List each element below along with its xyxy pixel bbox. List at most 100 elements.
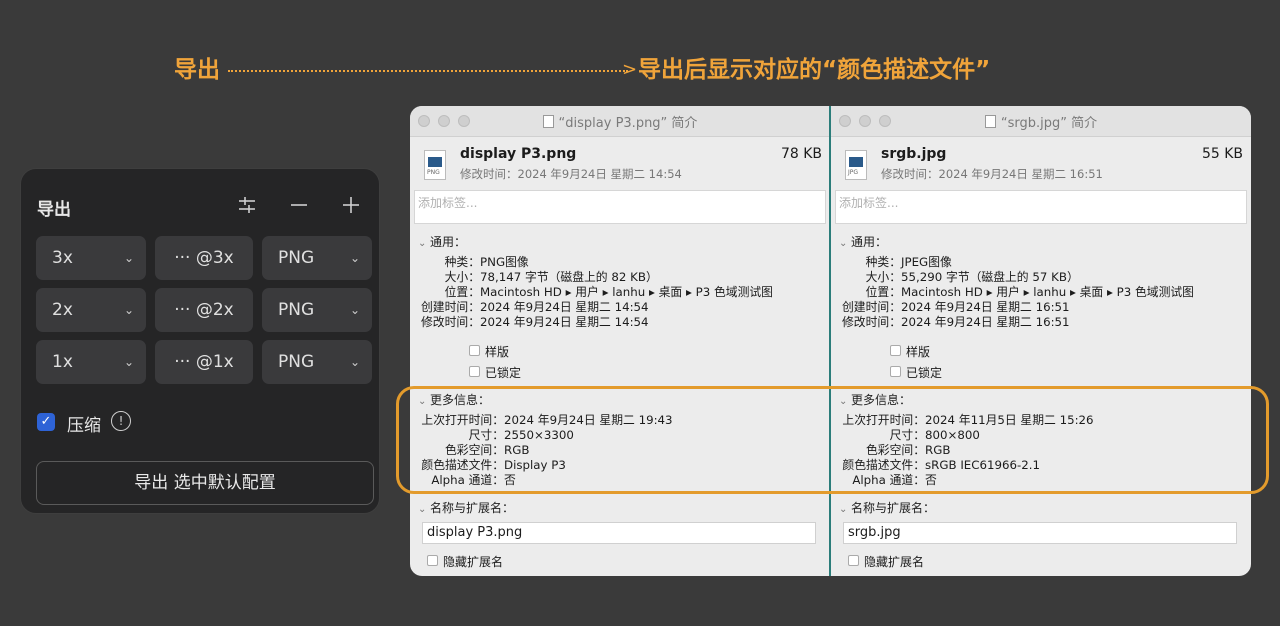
png-file-icon: PNG [424,150,446,180]
compress-label: 压缩 [67,416,101,436]
general-key: 位置： [865,285,901,299]
general-row: 大小：78,147 字节（磁盘上的 82 KB） [410,270,658,285]
title-bar: “srgb.jpg” 简介 [831,106,1251,137]
format-value: PNG [278,300,315,320]
chevron-down-icon: ⌄ [349,355,360,369]
general-row: 种类：JPEG图像 [831,255,952,270]
export-panel-title: 导出 [37,200,71,220]
suffix-field[interactable]: ··· @2x [155,288,253,332]
hide-extension-label: 隐藏扩展名 [443,555,504,569]
hide-extension-label: 隐藏扩展名 [864,555,925,569]
hide-extension-checkbox[interactable] [848,555,859,566]
general-section-toggle[interactable]: ⌄ 通用： [839,233,887,250]
file-name: display P3.png [460,146,577,162]
general-key: 种类： [444,255,480,269]
tags-field[interactable]: 添加标签... [414,190,826,224]
general-row: 位置：Macintosh HD ▸ 用户 ▸ lanhu ▸ 桌面 ▸ P3 色… [410,285,773,300]
chevron-down-icon: ⌄ [839,238,848,249]
general-value: JPEG图像 [901,255,952,269]
document-icon [542,115,554,128]
locked-checkbox[interactable] [469,366,480,377]
general-value: 55,290 字节（磁盘上的 57 KB） [901,270,1079,284]
jpg-file-icon: JPG [845,150,867,180]
chevron-down-icon: ⌄ [349,303,360,317]
format-value: PNG [278,352,315,372]
title-bar: “display P3.png” 简介 [410,106,830,137]
window-title-text: “srgb.jpg” 简介 [1000,116,1098,131]
info-window-srgb: “srgb.jpg” 简介 JPG srgb.jpg 55 KB 修改时间：20… [831,106,1251,576]
name-ext-section-label: 名称与扩展名： [430,501,515,515]
arrow-right-icon: > [622,59,638,80]
general-row: 大小：55,290 字节（磁盘上的 57 KB） [831,270,1079,285]
general-value: Macintosh HD ▸ 用户 ▸ lanhu ▸ 桌面 ▸ P3 色域测试… [480,285,773,299]
format-select[interactable]: PNG ⌄ [262,236,372,280]
tags-field[interactable]: 添加标签... [835,190,1247,224]
chevron-down-icon: ⌄ [839,504,848,515]
scale-value: 2x [52,300,73,320]
format-select[interactable]: PNG ⌄ [262,288,372,332]
modified-line: 修改时间：2024 年9月24日 星期二 16:51 [881,167,1103,181]
suffix-field[interactable]: ··· @3x [155,236,253,280]
general-row: 种类：PNG图像 [410,255,529,270]
info-window-display-p3: “display P3.png” 简介 PNG display P3.png 7… [410,106,830,576]
color-profile-highlight [396,386,1269,494]
tags-placeholder: 添加标签... [418,196,478,210]
chevron-down-icon: ⌄ [123,355,134,369]
locked-label: 已锁定 [485,366,522,380]
hide-extension-checkbox[interactable] [427,555,438,566]
tags-placeholder: 添加标签... [839,196,899,210]
name-ext-section-toggle[interactable]: ⌄ 名称与扩展名： [839,499,935,516]
general-key: 大小： [444,270,480,284]
general-section-label: 通用： [430,235,467,249]
name-ext-section-toggle[interactable]: ⌄ 名称与扩展名： [418,499,514,516]
stationery-label: 样版 [485,345,510,359]
name-field[interactable]: srgb.jpg [843,522,1237,544]
adjust-icon[interactable] [235,193,259,217]
general-key: 大小： [865,270,901,284]
minus-icon[interactable] [287,193,311,217]
general-key: 创建时间： [421,300,480,314]
compress-checkbox[interactable]: ✓ [37,413,55,431]
stationery-label: 样版 [906,345,931,359]
info-icon[interactable]: ! [111,411,131,431]
general-value: 2024 年9月24日 星期二 14:54 [480,300,649,314]
plus-icon[interactable] [339,193,363,217]
stationery-checkbox[interactable] [469,345,480,356]
general-key: 位置： [444,285,480,299]
name-field[interactable]: display P3.png [422,522,816,544]
modified-line: 修改时间：2024 年9月24日 星期二 14:54 [460,167,682,181]
chevron-down-icon: ⌄ [349,251,360,265]
locked-checkbox[interactable] [890,366,901,377]
scale-select[interactable]: 1x ⌄ [36,340,146,384]
general-row: 创建时间：2024 年9月24日 星期二 16:51 [831,300,1070,315]
general-section-label: 通用： [851,235,888,249]
window-title: “srgb.jpg” 简介 [831,112,1251,131]
scale-value: 1x [52,352,73,372]
scale-select[interactable]: 2x ⌄ [36,288,146,332]
suffix-field[interactable]: ··· @1x [155,340,253,384]
chevron-down-icon: ⌄ [418,238,427,249]
locked-label: 已锁定 [906,366,943,380]
general-value: 2024 年9月24日 星期二 14:54 [480,315,649,329]
scale-select[interactable]: 3x ⌄ [36,236,146,280]
stationery-checkbox[interactable] [890,345,901,356]
format-value: PNG [278,248,315,268]
file-size: 78 KB [780,146,822,162]
export-button[interactable]: 导出 选中默认配置 [36,461,374,505]
window-title: “display P3.png” 简介 [410,112,830,131]
file-icon-tag: PNG [427,169,440,176]
chevron-down-icon: ⌄ [123,251,134,265]
chevron-down-icon: ⌄ [123,303,134,317]
general-row: 修改时间：2024 年9月24日 星期二 14:54 [410,315,649,330]
general-key: 创建时间： [842,300,901,314]
file-icon-tag: JPG [848,169,859,176]
general-key: 修改时间： [421,315,480,329]
general-value: Macintosh HD ▸ 用户 ▸ lanhu ▸ 桌面 ▸ P3 色域测试… [901,285,1194,299]
annotation-left: 导出 [174,57,220,83]
general-row: 创建时间：2024 年9月24日 星期二 14:54 [410,300,649,315]
general-section-toggle[interactable]: ⌄ 通用： [418,233,466,250]
general-key: 种类： [865,255,901,269]
file-size: 55 KB [1201,146,1243,162]
format-select[interactable]: PNG ⌄ [262,340,372,384]
file-name: srgb.jpg [881,146,947,162]
